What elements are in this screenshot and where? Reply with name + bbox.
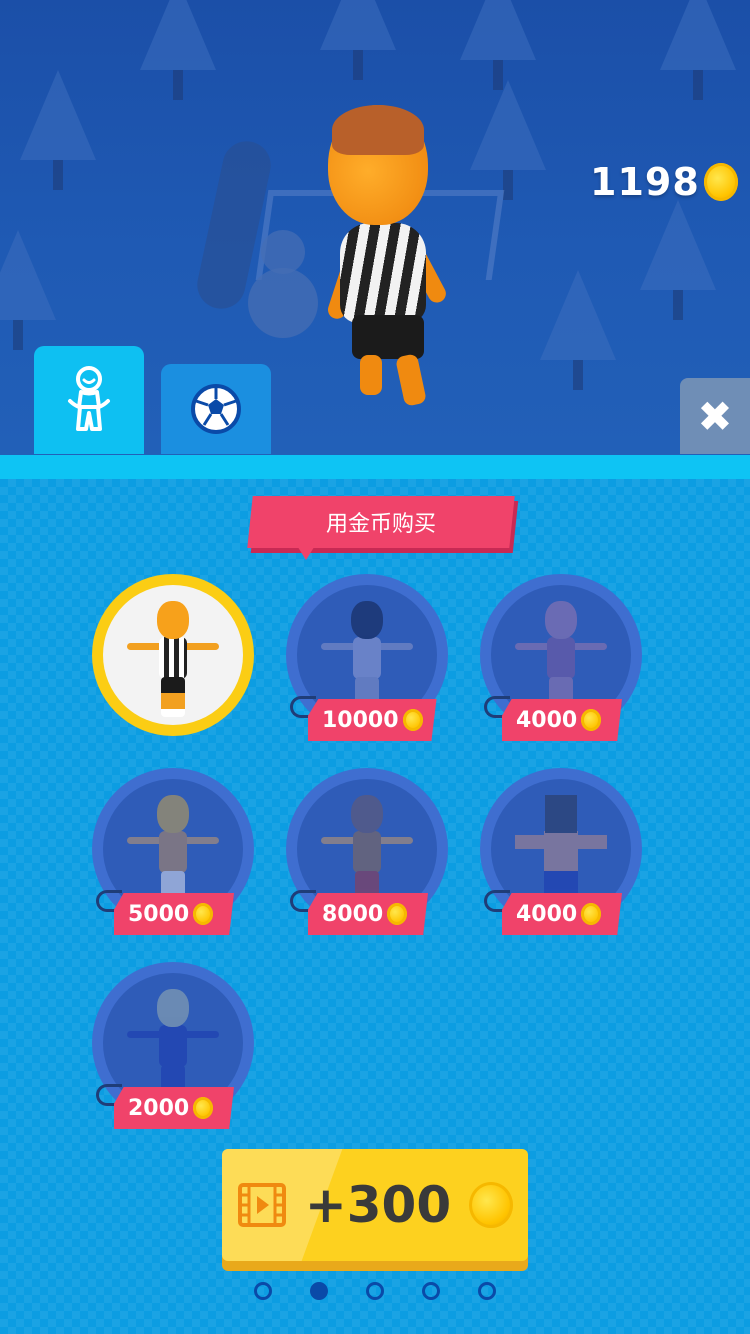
coin-icon	[387, 903, 408, 925]
page-dot-active[interactable]	[310, 1282, 328, 1300]
page-dot[interactable]	[254, 1282, 272, 1300]
tree	[470, 80, 546, 200]
page-dot[interactable]	[478, 1282, 496, 1300]
banner-label: 用金币购买	[325, 512, 436, 537]
coin-icon	[581, 903, 602, 925]
video-icon	[237, 1183, 286, 1227]
coin-icon	[193, 903, 214, 925]
watch-video-reward-button[interactable]: +300	[222, 1149, 528, 1261]
price-tag: 8000	[308, 893, 428, 935]
soccer-ball-icon	[191, 384, 241, 434]
price-tag: 5000	[114, 893, 234, 935]
tree	[540, 270, 616, 390]
tree	[20, 70, 96, 190]
price-label: 4000	[516, 707, 578, 733]
page-dot[interactable]	[422, 1282, 440, 1300]
coin-icon	[402, 709, 423, 731]
character-icon	[68, 366, 110, 431]
coin-icon	[703, 163, 738, 201]
price-label: 10000	[322, 707, 399, 733]
close-icon: ✖	[697, 391, 733, 441]
coin-balance: 1198	[590, 160, 700, 204]
tree	[640, 200, 716, 320]
tree	[660, 0, 736, 100]
price-label: 5000	[128, 901, 190, 927]
panel-top-strip	[0, 455, 750, 479]
coin-counter: 1198	[590, 160, 738, 204]
price-tag: 4000	[502, 699, 622, 741]
tree	[140, 0, 216, 100]
snowman	[248, 230, 318, 338]
tree	[0, 230, 56, 350]
coin-icon	[469, 1182, 514, 1228]
banner-tail	[296, 544, 316, 560]
price-tag: 10000	[308, 699, 437, 741]
coin-icon	[581, 709, 602, 731]
skin-referee[interactable]	[92, 574, 254, 736]
close-button[interactable]: ✖	[680, 378, 750, 454]
buy-with-coins-banner: 用金币购买	[247, 496, 515, 548]
player-character	[322, 105, 450, 415]
referee-figure	[123, 601, 223, 721]
tab-balls[interactable]	[161, 364, 271, 454]
price-tag: 4000	[502, 893, 622, 935]
page-dot[interactable]	[366, 1282, 384, 1300]
tree	[460, 0, 536, 90]
price-label: 8000	[322, 901, 384, 927]
reward-amount: +300	[304, 1176, 452, 1234]
tab-characters[interactable]	[34, 346, 144, 454]
coin-icon	[193, 1097, 214, 1119]
price-label: 4000	[516, 901, 578, 927]
price-tag: 2000	[114, 1087, 234, 1129]
page-indicator	[254, 1282, 496, 1300]
tree	[320, 0, 396, 80]
price-label: 2000	[128, 1095, 190, 1121]
